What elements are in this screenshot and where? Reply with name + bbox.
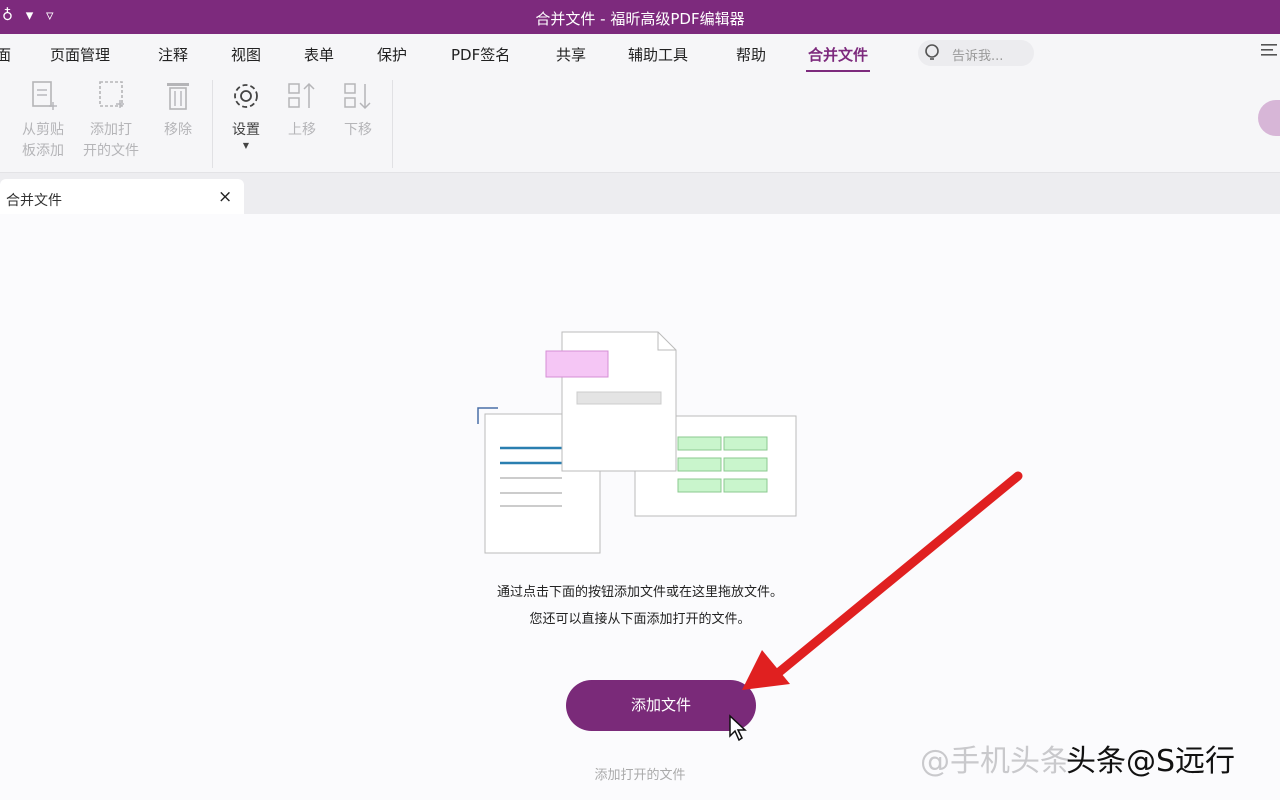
collapse-ribbon-handle[interactable] [1258, 100, 1280, 136]
menu-item-page-management[interactable]: 页面管理 [50, 44, 110, 65]
window-title: 合并文件 - 福昕高级PDF编辑器 [535, 10, 745, 28]
move-down-button[interactable]: 下移 [336, 80, 380, 141]
ribbon-separator [212, 80, 213, 168]
menu-item-view[interactable]: 视图 [231, 44, 261, 65]
menu-bar: 面 页面管理 注释 视图 表单 保护 PDF签名 共享 辅助工具 帮助 合并文件 [0, 34, 1280, 73]
menu-item-form[interactable]: 表单 [304, 44, 334, 65]
hint-line-2: 您还可以直接从下面添加打开的文件。 [529, 612, 751, 627]
menu-item-partial[interactable]: 面 [0, 44, 11, 65]
menu-item-accessibility[interactable]: 辅助工具 [628, 44, 688, 65]
move-up-label: 上移 [288, 122, 316, 138]
settings-label: 设置 [232, 122, 260, 138]
ribbon-options-icon[interactable] [1260, 42, 1278, 58]
title-bar: ♁ ▾ ▿ 合并文件 - 福昕高级PDF编辑器 [0, 0, 1280, 34]
watermark-text: 头条@S远行 [1066, 744, 1236, 779]
open-files-label-2: 开的文件 [83, 143, 139, 159]
close-tab-icon[interactable]: × [218, 187, 232, 207]
remove-label: 移除 [164, 122, 192, 138]
settings-button[interactable]: 设置 ▼ [222, 80, 270, 151]
search-placeholder: 告诉我... [952, 49, 1004, 64]
menu-item-pdf-sign[interactable]: PDF签名 [451, 44, 510, 65]
add-from-clipboard-button[interactable]: 从剪贴 板添加 [16, 80, 70, 162]
clipboard-add-icon [32, 81, 57, 110]
menu-item-share[interactable]: 共享 [556, 44, 586, 65]
add-open-files-button[interactable]: 添加打 开的文件 [82, 80, 140, 162]
clipboard-label-1: 从剪贴 [22, 122, 64, 138]
clipboard-label-2: 板添加 [22, 143, 64, 159]
remove-button[interactable]: 移除 [154, 80, 202, 141]
tab-label: 合并文件 [6, 193, 62, 209]
ribbon-toolbar: 从剪贴 板添加 添加打 开的文件 移除 设置 ▼ 上移 下移 [0, 72, 1280, 173]
tell-me-search[interactable]: 告诉我... [918, 40, 1034, 66]
hint-line-1: 通过点击下面的按钮添加文件或在这里拖放文件。 [496, 585, 783, 600]
open-file-add-icon [99, 81, 124, 108]
menu-item-merge-files[interactable]: 合并文件 [805, 44, 871, 73]
mouse-cursor-icon [729, 714, 747, 742]
move-up-icon [288, 82, 315, 108]
menu-item-help[interactable]: 帮助 [736, 44, 766, 65]
open-files-label-1: 添加打 [90, 122, 132, 138]
move-down-icon [344, 83, 371, 110]
move-up-button[interactable]: 上移 [280, 80, 324, 141]
lightbulb-icon [925, 44, 939, 60]
trash-icon [167, 83, 189, 110]
watermark: @手机头条 [920, 744, 1070, 779]
menu-item-protect[interactable]: 保护 [377, 44, 407, 65]
settings-dropdown-caret: ▼ [242, 141, 250, 150]
ribbon-separator [392, 80, 393, 168]
gear-icon [234, 84, 258, 108]
merge-files-illustration [477, 331, 797, 554]
move-down-label: 下移 [344, 122, 372, 138]
tab-merge-files[interactable]: 合并文件 × [0, 179, 244, 215]
ribbon-partial-button[interactable] [0, 80, 6, 118]
menu-item-comment[interactable]: 注释 [158, 44, 188, 65]
document-tab-strip: 合并文件 × [0, 173, 1280, 215]
